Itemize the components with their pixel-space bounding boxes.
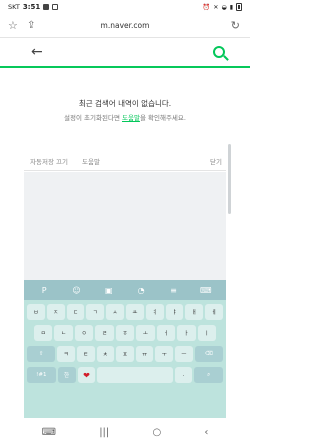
notification-icon: [52, 4, 59, 10]
key[interactable]: ㅈ: [46, 304, 65, 320]
wifi-icon: ◒: [221, 3, 227, 11]
key[interactable]: ㅍ: [116, 346, 134, 362]
key[interactable]: ㅌ: [76, 346, 95, 362]
translate-icon[interactable]: ⌨: [199, 286, 213, 295]
key[interactable]: ㅎ: [115, 325, 135, 341]
key[interactable]: ㅕ: [145, 304, 164, 320]
key[interactable]: ㅔ: [205, 304, 223, 320]
key[interactable]: ㅜ: [155, 346, 174, 362]
key[interactable]: ㄷ: [66, 304, 85, 320]
scrollbar[interactable]: [228, 144, 231, 214]
sticker-icon[interactable]: ▣: [102, 286, 116, 295]
battery-icon: [236, 3, 242, 11]
key[interactable]: ㅇ: [74, 325, 94, 341]
key[interactable]: ㅗ: [136, 325, 155, 341]
heart-emoji-key[interactable]: ❤: [77, 367, 96, 383]
history-options-row: 자동저장 끄기 도움말 닫기: [24, 151, 226, 171]
space-key[interactable]: [97, 367, 173, 383]
search-icon[interactable]: [213, 46, 225, 58]
key[interactable]: ㅅ: [106, 304, 124, 320]
emoji-icon[interactable]: ☺: [69, 286, 83, 295]
key[interactable]: ㅡ: [175, 346, 193, 362]
notification-icon: [43, 4, 50, 10]
autosave-off-button[interactable]: 자동저장 끄기: [30, 156, 68, 166]
soft-keyboard: P ☺ ▣ ◔ ≡ ⌨ ㅂ ㅈ ㄷ ㄱ ㅅ ㅛ ㅕ ㅑ ㅐ ㅔ ㅁ ㄴ ㅇ ㄹ …: [24, 280, 226, 418]
mute-icon: ✕: [213, 3, 219, 11]
alarm-icon: ⏰: [202, 3, 211, 11]
back-arrow-icon[interactable]: ←: [31, 44, 43, 60]
back-nav-icon[interactable]: ‹: [204, 427, 208, 438]
search-input[interactable]: [52, 46, 192, 62]
help-button[interactable]: 도움말: [82, 156, 100, 166]
key[interactable]: ㄴ: [54, 325, 73, 341]
key[interactable]: ㅐ: [185, 304, 204, 320]
url-text[interactable]: m.naver.com: [0, 21, 250, 30]
key-row-3: ⇧ ㅋ ㅌ ㅊ ㅍ ㅠ ㅜ ㅡ ⌫: [27, 346, 223, 362]
key[interactable]: ㅣ: [197, 325, 216, 341]
page-backdrop: [24, 172, 226, 280]
home-icon[interactable]: ○: [152, 427, 161, 438]
recent-apps-icon[interactable]: |||: [99, 427, 109, 438]
subtitle-after: 을 확인해주세요.: [139, 114, 186, 122]
key-row-2: ㅁ ㄴ ㅇ ㄹ ㅎ ㅗ ㅓ ㅏ ㅣ: [34, 325, 216, 341]
key[interactable]: ㅓ: [156, 325, 176, 341]
clock: 3:51: [22, 3, 41, 11]
key[interactable]: ㅂ: [27, 304, 45, 320]
status-left: SKT 3:51: [8, 3, 59, 11]
key[interactable]: ㅠ: [135, 346, 154, 362]
key[interactable]: ㅋ: [57, 346, 75, 362]
system-nav-bar: ⌨ ||| ○ ‹: [0, 420, 250, 444]
subtitle-before: 설정이 초기화된다면: [64, 114, 122, 122]
key[interactable]: ㅏ: [177, 325, 196, 341]
key[interactable]: ㅊ: [96, 346, 115, 362]
key[interactable]: ㅁ: [34, 325, 53, 341]
search-key[interactable]: ⌕: [194, 367, 223, 383]
symbols-key[interactable]: !#1: [27, 367, 56, 383]
status-bar: SKT 3:51 ⏰ ✕ ◒ ▮: [0, 0, 250, 14]
clip-icon[interactable]: ◔: [134, 286, 148, 295]
keyboard-hide-icon[interactable]: ⌨: [42, 427, 56, 438]
signal-icon: ▮: [229, 3, 233, 11]
key[interactable]: ㄱ: [86, 304, 105, 320]
empty-state-title: 최근 검색어 내역이 없습니다.: [78, 99, 172, 108]
key-row-1: ㅂ ㅈ ㄷ ㄱ ㅅ ㅛ ㅕ ㅑ ㅐ ㅔ: [27, 304, 223, 320]
naver-p-icon[interactable]: P: [37, 286, 51, 295]
search-bar: ←: [0, 40, 250, 68]
close-button[interactable]: 닫기: [210, 156, 222, 166]
language-key[interactable]: 한: [57, 367, 76, 383]
backspace-key[interactable]: ⌫: [194, 346, 223, 362]
keyboard-toolbar: P ☺ ▣ ◔ ≡ ⌨: [24, 280, 226, 300]
period-key[interactable]: .: [174, 367, 193, 383]
browser-url-bar: ☆ ⇪ m.naver.com ↻: [0, 16, 250, 38]
key[interactable]: ㅑ: [165, 304, 184, 320]
key[interactable]: ㅛ: [125, 304, 144, 320]
carrier-label: SKT: [8, 3, 20, 11]
shift-key[interactable]: ⇧: [27, 346, 56, 362]
help-link[interactable]: 도움말: [122, 114, 140, 122]
key-row-4: !#1 한 ❤ . ⌕: [27, 367, 223, 383]
settings-icon[interactable]: ≡: [166, 286, 180, 295]
reload-icon[interactable]: ↻: [231, 19, 240, 32]
status-right: ⏰ ✕ ◒ ▮: [203, 3, 242, 11]
empty-state-subtitle: 설정이 초기화된다면 도움말을 확인해주세요.: [0, 112, 250, 122]
key[interactable]: ㄹ: [95, 325, 114, 341]
